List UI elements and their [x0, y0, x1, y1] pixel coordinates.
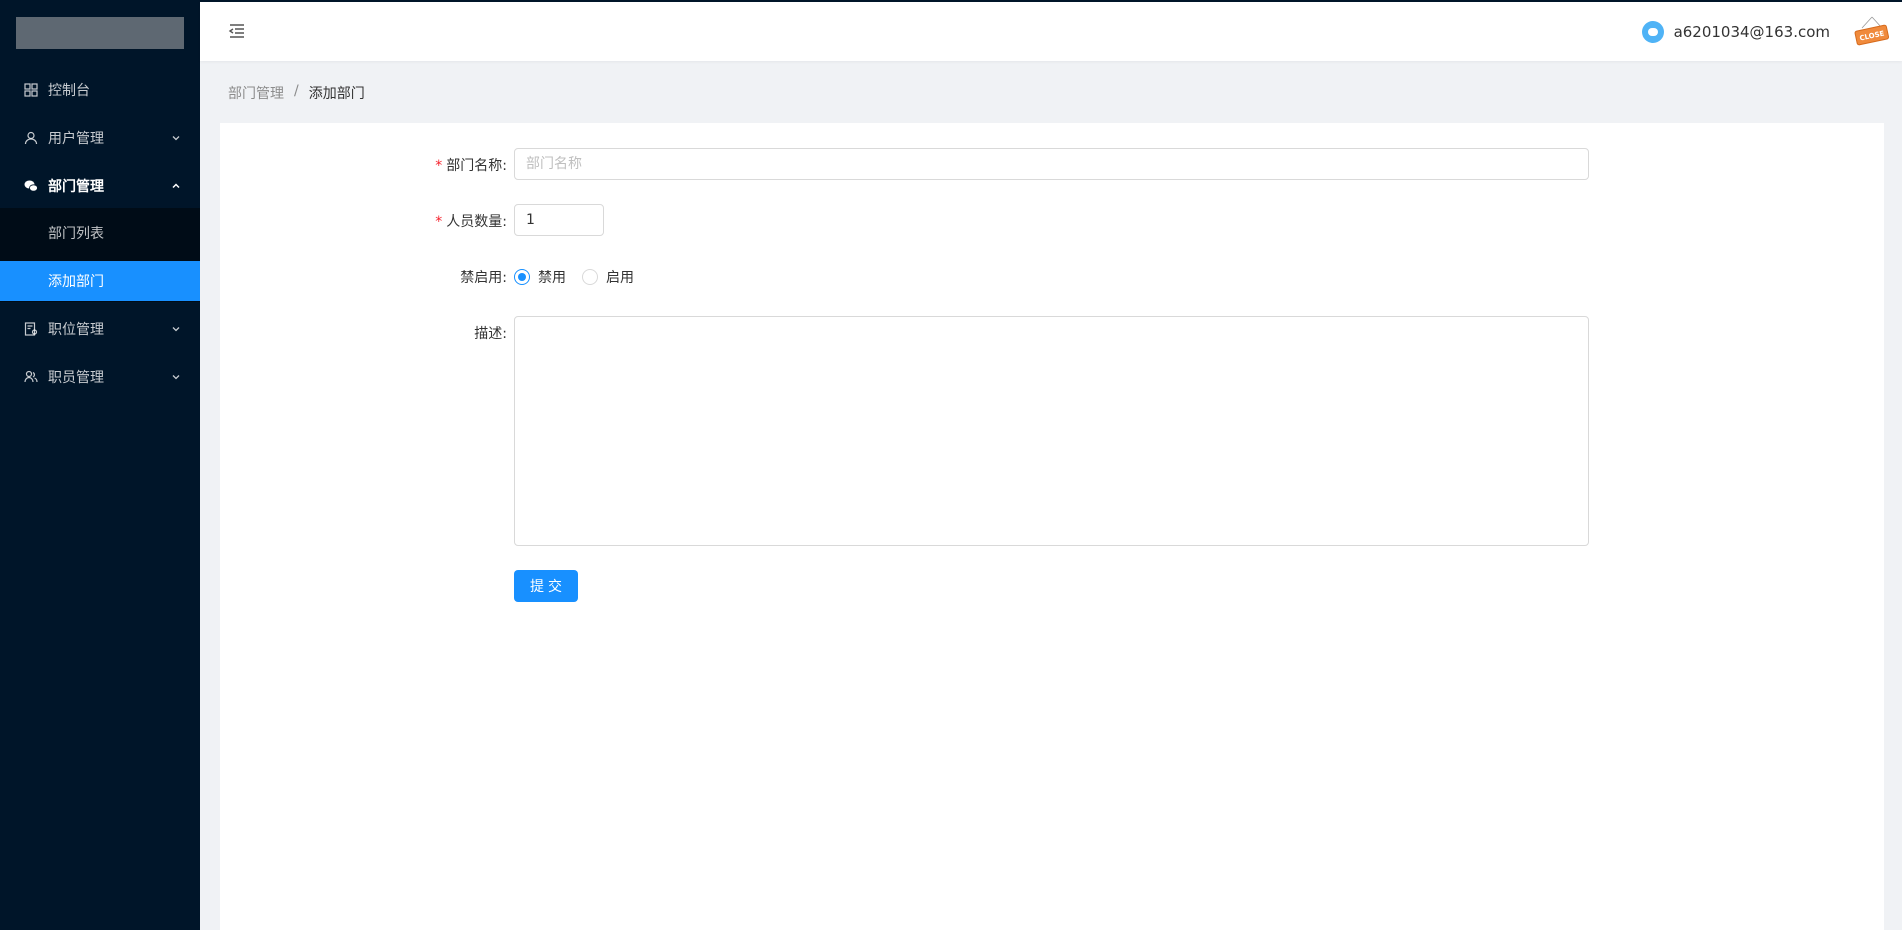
menu-item-dashboard[interactable]: 控制台 — [0, 70, 200, 110]
submenu-label: 添加部门 — [48, 274, 104, 290]
required-mark: * — [435, 158, 443, 174]
menu-fold-icon[interactable] — [228, 22, 246, 40]
radio-disable[interactable]: 禁用 — [514, 267, 566, 287]
description-textarea[interactable] — [514, 316, 1589, 546]
staff-count-input[interactable] — [514, 204, 604, 236]
menu-label: 职员管理 — [48, 370, 104, 386]
department-name-input[interactable] — [514, 148, 1589, 180]
name-label-text: 部门名称: — [446, 158, 507, 174]
user-icon — [24, 131, 38, 145]
user-email: a6201034@163.com — [1673, 23, 1830, 41]
submit-button[interactable]: 提交 — [514, 570, 578, 602]
chevron-down-icon — [172, 136, 180, 141]
breadcrumb: 部门管理 / 添加部门 — [228, 83, 365, 103]
radio-checked-icon — [514, 269, 530, 285]
avatar — [1641, 21, 1664, 43]
count-label: * 人员数量: — [220, 211, 507, 231]
name-label: * 部门名称: — [220, 155, 507, 175]
solution-icon — [24, 322, 38, 336]
menu-item-user-management[interactable]: 用户管理 — [0, 118, 200, 158]
menu-item-staff-management[interactable]: 职员管理 — [0, 357, 200, 397]
submenu-item-add-department[interactable]: 添加部门 — [0, 261, 200, 301]
status-label: 禁启用: — [460, 270, 507, 286]
count-label-text: 人员数量: — [446, 214, 507, 230]
content-card: *部门名称: *人员数量: 禁启用: 禁用 启用 描述: 提交 — [220, 123, 1884, 930]
header: a6201034@163.com CLOSE — [200, 0, 1902, 61]
submenu-item-department-list[interactable]: 部门列表 — [0, 213, 200, 253]
close-sign-icon[interactable]: CLOSE — [1854, 16, 1890, 46]
chevron-down-icon — [172, 375, 180, 380]
radio-unchecked-icon — [582, 269, 598, 285]
required-mark: * — [435, 214, 443, 230]
menu-label: 职位管理 — [48, 322, 104, 338]
breadcrumb-current: 添加部门 — [308, 86, 365, 102]
sidebar: 控制台 用户管理 部门管理 部门列表 添加部门 职位管理 职员管理 — [0, 0, 200, 930]
menu-label: 控制台 — [48, 83, 90, 99]
team-icon — [24, 370, 38, 384]
radio-label: 禁用 — [538, 270, 566, 286]
breadcrumb-parent[interactable]: 部门管理 — [228, 83, 284, 103]
radio-label: 启用 — [606, 270, 634, 286]
wechat-icon — [24, 179, 38, 193]
chevron-down-icon — [172, 327, 180, 332]
submenu-label: 部门列表 — [48, 226, 104, 242]
dashboard-icon — [24, 83, 38, 97]
menu-item-department-management[interactable]: 部门管理 — [0, 166, 200, 206]
user-menu[interactable]: a6201034@163.com — [1641, 20, 1830, 44]
logo — [16, 17, 184, 49]
radio-enable[interactable]: 启用 — [582, 267, 634, 287]
chevron-up-icon — [172, 183, 180, 189]
breadcrumb-separator: / — [294, 83, 299, 99]
desc-label: 描述: — [474, 326, 507, 342]
menu-label: 部门管理 — [48, 179, 104, 195]
menu-label: 用户管理 — [48, 131, 104, 147]
menu-item-position-management[interactable]: 职位管理 — [0, 309, 200, 349]
